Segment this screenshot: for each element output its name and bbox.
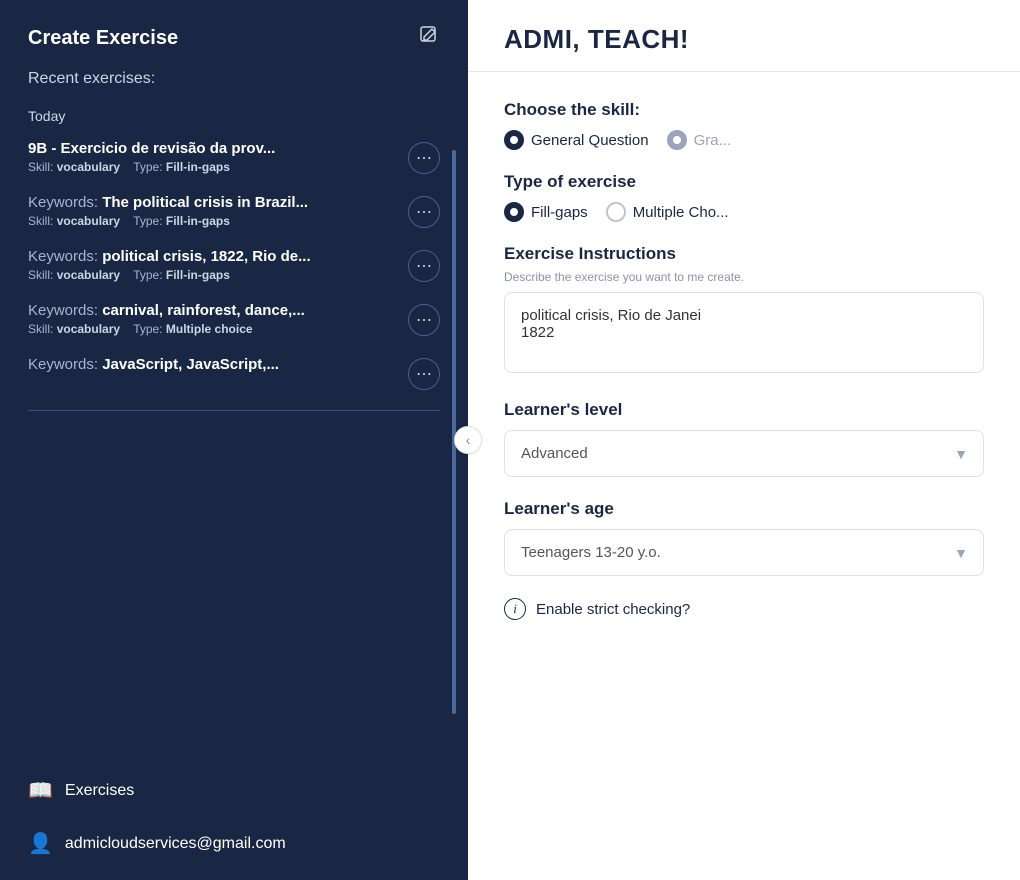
skill-option-general[interactable]: General Question bbox=[504, 130, 649, 150]
type-option-multiple[interactable]: Multiple Cho... bbox=[606, 202, 729, 222]
exercise-meta: Skill: vocabulary Type: Fill-in-gaps bbox=[28, 214, 398, 228]
sidebar-title: Create Exercise bbox=[28, 27, 178, 50]
divider bbox=[28, 410, 440, 411]
exercise-title: Keywords: political crisis, 1822, Rio de… bbox=[28, 248, 398, 265]
info-icon: i bbox=[504, 598, 526, 620]
book-icon: 📖 bbox=[28, 778, 53, 803]
date-label: Today bbox=[0, 100, 468, 130]
type-radio-group: Fill-gaps Multiple Cho... bbox=[504, 202, 984, 222]
exercise-meta: Skill: vocabulary Type: Fill-in-gaps bbox=[28, 160, 398, 174]
exercise-title: Keywords: carnival, rainforest, dance,..… bbox=[28, 302, 398, 319]
user-icon: 👤 bbox=[28, 831, 53, 856]
skill-option-grammar[interactable]: Gra... bbox=[667, 130, 732, 150]
more-button[interactable]: ⋯ bbox=[408, 142, 440, 174]
skill-section: Choose the skill: General Question Gra..… bbox=[504, 100, 984, 150]
exercise-title: Keywords: The political crisis in Brazil… bbox=[28, 194, 398, 211]
edit-icon[interactable] bbox=[418, 24, 440, 52]
skill-grammar-label: Gra... bbox=[694, 132, 732, 149]
recent-label: Recent exercises: bbox=[0, 70, 468, 100]
page-title: ADMI, TEACH! bbox=[504, 24, 984, 55]
more-button[interactable]: ⋯ bbox=[408, 304, 440, 336]
collapse-toggle[interactable]: ‹ bbox=[454, 426, 482, 454]
form-content: Choose the skill: General Question Gra..… bbox=[468, 72, 1020, 648]
exercise-title: 9B - Exercicio de revisão da prov... bbox=[28, 140, 398, 157]
list-item[interactable]: Keywords: JavaScript, JavaScript,... ⋯ bbox=[0, 346, 468, 400]
level-field-wrapper: Beginner Elementary Intermediate Upper-I… bbox=[504, 430, 984, 477]
main-content-area: ADMI, TEACH! Choose the skill: General Q… bbox=[468, 0, 1020, 880]
exercise-meta: Skill: vocabulary Type: Fill-in-gaps bbox=[28, 268, 398, 282]
instructions-subtitle: Describe the exercise you want to me cre… bbox=[504, 270, 984, 284]
type-section: Type of exercise Fill-gaps Multiple Cho.… bbox=[504, 172, 984, 222]
age-title: Learner's age bbox=[504, 499, 984, 519]
instructions-section: Exercise Instructions Describe the exerc… bbox=[504, 244, 984, 378]
type-option-fillgaps[interactable]: Fill-gaps bbox=[504, 202, 588, 222]
instructions-textarea[interactable]: political crisis, Rio de Janei 1822 bbox=[504, 292, 984, 373]
age-field-wrapper: Kids 6-12 y.o. Teenagers 13-20 y.o. Adul… bbox=[504, 529, 984, 576]
skill-general-label: General Question bbox=[531, 132, 649, 149]
exercises-label: Exercises bbox=[65, 782, 134, 800]
more-button[interactable]: ⋯ bbox=[408, 358, 440, 390]
sidebar-item-exercises[interactable]: 📖 Exercises bbox=[0, 764, 468, 817]
radio-general-indicator bbox=[504, 130, 524, 150]
sidebar-item-account[interactable]: 👤 admicloudservices@gmail.com bbox=[0, 817, 468, 870]
level-title: Learner's level bbox=[504, 400, 984, 420]
list-item[interactable]: 9B - Exercicio de revisão da prov... Ski… bbox=[0, 130, 468, 184]
strict-check-row[interactable]: i Enable strict checking? bbox=[504, 598, 984, 620]
level-section: Learner's level Beginner Elementary Inte… bbox=[504, 400, 984, 477]
more-button[interactable]: ⋯ bbox=[408, 250, 440, 282]
type-section-title: Type of exercise bbox=[504, 172, 984, 192]
list-item[interactable]: Keywords: carnival, rainforest, dance,..… bbox=[0, 292, 468, 346]
main-header: ADMI, TEACH! bbox=[468, 0, 1020, 72]
age-section: Learner's age Kids 6-12 y.o. Teenagers 1… bbox=[504, 499, 984, 576]
level-select[interactable]: Beginner Elementary Intermediate Upper-I… bbox=[504, 430, 984, 477]
sidebar-header: Create Exercise bbox=[0, 0, 468, 70]
type-fillgaps-label: Fill-gaps bbox=[531, 204, 588, 221]
exercise-title: Keywords: JavaScript, JavaScript,... bbox=[28, 356, 398, 373]
strict-check-label: Enable strict checking? bbox=[536, 601, 690, 618]
exercise-meta: Skill: vocabulary Type: Multiple choice bbox=[28, 322, 398, 336]
sidebar-footer: 📖 Exercises 👤 admicloudservices@gmail.co… bbox=[0, 764, 468, 880]
more-button[interactable]: ⋯ bbox=[408, 196, 440, 228]
age-select[interactable]: Kids 6-12 y.o. Teenagers 13-20 y.o. Adul… bbox=[504, 529, 984, 576]
recent-list: Today 9B - Exercicio de revisão da prov.… bbox=[0, 100, 468, 764]
type-multiple-label: Multiple Cho... bbox=[633, 204, 729, 221]
account-email: admicloudservices@gmail.com bbox=[65, 835, 286, 853]
sidebar: Create Exercise Recent exercises: Today … bbox=[0, 0, 468, 880]
radio-fillgaps-indicator bbox=[504, 202, 524, 222]
list-item[interactable]: Keywords: The political crisis in Brazil… bbox=[0, 184, 468, 238]
skill-radio-group: General Question Gra... bbox=[504, 130, 984, 150]
radio-grammar-indicator bbox=[667, 130, 687, 150]
list-item[interactable]: Keywords: political crisis, 1822, Rio de… bbox=[0, 238, 468, 292]
instructions-title: Exercise Instructions bbox=[504, 244, 984, 264]
radio-multiple-indicator bbox=[606, 202, 626, 222]
skill-section-title: Choose the skill: bbox=[504, 100, 984, 120]
